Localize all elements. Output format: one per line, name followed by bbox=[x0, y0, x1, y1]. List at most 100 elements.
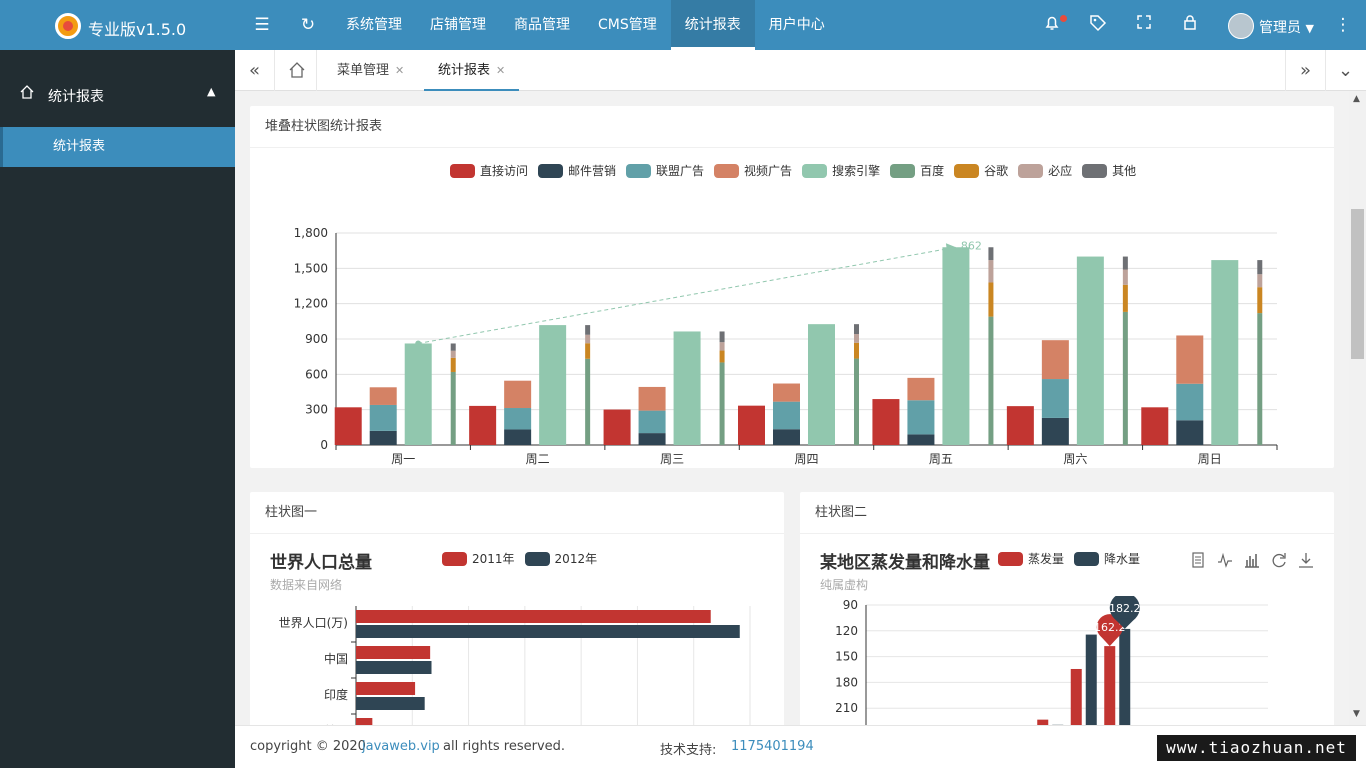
user-menu[interactable]: 管理员 ▼ bbox=[1259, 17, 1314, 37]
bar bbox=[356, 682, 416, 695]
refresh-icon[interactable]: ↻ bbox=[297, 14, 319, 36]
bar bbox=[1085, 634, 1097, 725]
close-icon[interactable]: ✕ bbox=[395, 64, 404, 77]
chart-toolbox bbox=[1190, 552, 1314, 568]
bar-segment bbox=[719, 342, 725, 351]
x-tick-label: 周二 bbox=[526, 452, 550, 466]
page-scrollbar[interactable]: ▲ ▼ bbox=[1349, 91, 1366, 725]
legend-label: 2011年 bbox=[472, 552, 515, 566]
legend-item[interactable]: 蒸发量 bbox=[998, 550, 1064, 567]
line-chart-icon[interactable] bbox=[1217, 552, 1233, 568]
panel-title: 柱状图二 bbox=[800, 492, 1334, 534]
nav-reports[interactable]: 统计报表 bbox=[670, 0, 755, 50]
data-view-icon[interactable] bbox=[1190, 552, 1206, 568]
sidebar-section-reports[interactable]: 统计报表 ▲ bbox=[0, 70, 235, 118]
vertical-bar-chart: 90120150180210162.2182.2 bbox=[835, 596, 1268, 725]
bar-segment bbox=[1176, 383, 1204, 421]
sidebar-section-label: 统计报表 bbox=[48, 89, 104, 105]
tab-reports[interactable]: 统计报表 ✕ bbox=[424, 50, 520, 91]
bar-segment bbox=[854, 358, 859, 445]
logo-icon bbox=[55, 13, 81, 39]
footer-link[interactable]: javaweb.vip bbox=[362, 739, 440, 754]
nav-users[interactable]: 用户中心 bbox=[755, 0, 839, 50]
bar-segment bbox=[1122, 284, 1128, 312]
y-tick-label: 300 bbox=[305, 403, 328, 417]
avatar[interactable] bbox=[1228, 13, 1254, 39]
sidebar-item-reports[interactable]: 统计报表 bbox=[0, 127, 235, 167]
legend-swatch bbox=[1074, 551, 1100, 566]
top-bar: 专业版v1.5.0 ☰ ↻ 系统管理 店铺管理 商品管理 CMS管理 统计报表 … bbox=[0, 0, 1366, 50]
tab-home-icon[interactable] bbox=[277, 50, 317, 91]
bar-chart-icon[interactable] bbox=[1244, 552, 1260, 568]
close-icon[interactable]: ✕ bbox=[496, 64, 505, 77]
top-nav: 系统管理 店铺管理 商品管理 CMS管理 统计报表 用户中心 bbox=[332, 0, 839, 50]
bar-segment bbox=[1122, 269, 1128, 285]
tab-menu-manage[interactable]: 菜单管理 ✕ bbox=[337, 50, 404, 91]
bar-segment bbox=[585, 325, 591, 335]
bar-segment bbox=[1257, 287, 1263, 314]
nav-cms[interactable]: CMS管理 bbox=[584, 0, 671, 50]
bar-segment bbox=[369, 404, 397, 431]
bar-segment bbox=[1176, 420, 1204, 445]
nav-goods[interactable]: 商品管理 bbox=[500, 0, 584, 50]
bar bbox=[356, 625, 740, 638]
bar bbox=[1070, 668, 1082, 725]
bar-segment bbox=[638, 410, 666, 434]
y-tick-label: 印度 bbox=[324, 687, 348, 702]
tab-scroll-left-icon[interactable]: « bbox=[235, 50, 275, 91]
main-content: 堆叠柱状图统计报表 直接访问 邮件营销 联盟广告 视频广告 搜索引擎 百度 谷歌 必应 其他 0… bbox=[235, 91, 1349, 725]
restore-icon[interactable] bbox=[1271, 552, 1287, 568]
bar-segment bbox=[773, 401, 800, 430]
tab-menu-chevron-down-icon[interactable]: ⌄ bbox=[1325, 50, 1365, 91]
lock-icon[interactable] bbox=[1179, 14, 1201, 36]
bar-segment bbox=[450, 343, 456, 351]
bar-segment bbox=[603, 409, 631, 445]
bar-segment bbox=[854, 324, 859, 335]
x-tick-label: 周四 bbox=[794, 452, 818, 466]
home-icon bbox=[20, 85, 34, 103]
caret-down-icon: ▼ bbox=[1305, 22, 1314, 35]
bar-chart-2-panel: 柱状图二 某地区蒸发量和降水量 纯属虚构 蒸发量 降水量 90 120 150 180 2… bbox=[800, 492, 1334, 725]
notification-dot bbox=[1060, 15, 1067, 22]
chart-subtitle: 数据来自网络 bbox=[270, 578, 343, 592]
bar-segment bbox=[585, 343, 591, 359]
x-tick-label: 周一 bbox=[391, 452, 415, 466]
x-tick-label: 周六 bbox=[1063, 452, 1087, 466]
scrollbar-thumb[interactable] bbox=[1351, 209, 1364, 359]
legend-item[interactable]: 2012年 bbox=[524, 550, 597, 567]
tab-scroll-right-icon[interactable]: » bbox=[1285, 50, 1325, 91]
tag-icon[interactable] bbox=[1087, 14, 1109, 36]
legend-item[interactable]: 降水量 bbox=[1074, 550, 1140, 567]
bar-segment bbox=[719, 350, 725, 363]
bar-segment bbox=[334, 407, 362, 445]
stacked-chart-panel: 堆叠柱状图统计报表 直接访问 邮件营销 联盟广告 视频广告 搜索引擎 百度 谷歌 必应 其他 0… bbox=[250, 106, 1334, 468]
bar-segment bbox=[1141, 407, 1169, 445]
bar-segment bbox=[638, 433, 666, 445]
legend-item[interactable]: 2011年 bbox=[442, 550, 515, 567]
tab-label: 统计报表 bbox=[438, 63, 491, 78]
legend-swatch bbox=[442, 551, 467, 566]
y-tick-label: 0 bbox=[320, 438, 328, 452]
bar bbox=[356, 610, 711, 623]
bar-segment bbox=[404, 343, 432, 445]
scroll-up-icon[interactable]: ▲ bbox=[1353, 94, 1360, 104]
support-qq[interactable]: 1175401194 bbox=[731, 739, 814, 754]
bar-segment bbox=[539, 325, 567, 445]
bar-segment bbox=[369, 387, 397, 405]
fullscreen-icon[interactable] bbox=[1133, 14, 1155, 36]
chart-legend: 蒸发量 降水量 bbox=[998, 550, 1150, 567]
tab-label: 菜单管理 bbox=[337, 63, 390, 78]
bar-segment bbox=[988, 282, 994, 317]
bar-segment bbox=[854, 342, 859, 359]
nav-shop[interactable]: 店铺管理 bbox=[416, 0, 500, 50]
bar-chart-1-panel: 柱状图一 世界人口总量 数据来自网络 2011年 2012年 世界人口(万) 中国印… bbox=[250, 492, 784, 725]
more-vertical-icon[interactable]: ⋮ bbox=[1332, 14, 1354, 36]
menu-toggle-icon[interactable]: ☰ bbox=[251, 14, 273, 36]
nav-system[interactable]: 系统管理 bbox=[332, 0, 416, 50]
bar-segment bbox=[942, 247, 970, 445]
scroll-down-icon[interactable]: ▼ bbox=[1353, 709, 1360, 719]
horizontal-bar-chart: 世界人口(万)中国印度美国 bbox=[279, 606, 751, 725]
bar-segment bbox=[854, 334, 859, 343]
support-label: 技术支持: bbox=[660, 743, 717, 758]
download-icon[interactable] bbox=[1298, 552, 1314, 568]
